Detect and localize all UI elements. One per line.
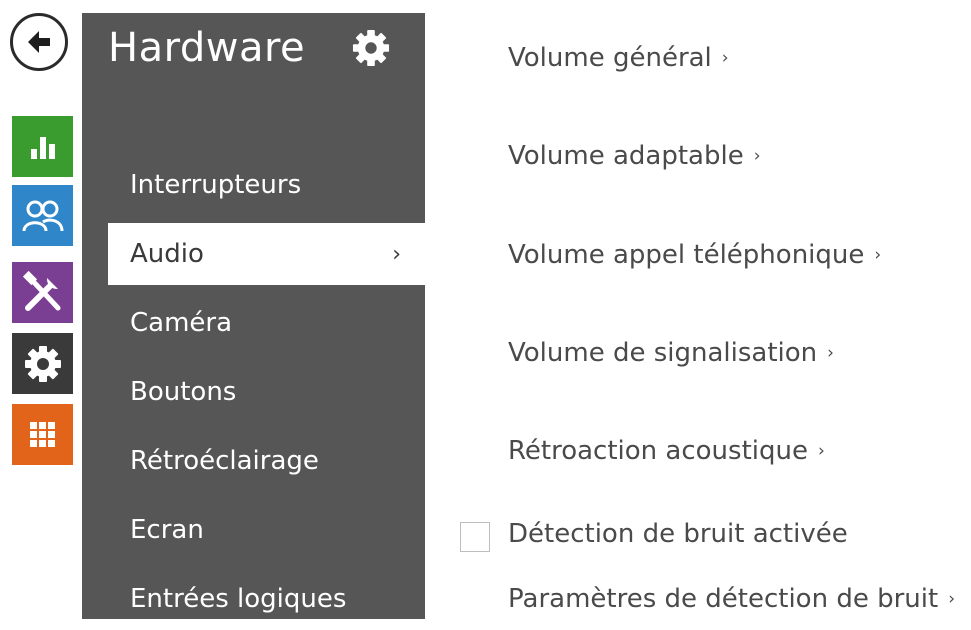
hardware-gear-icon <box>24 345 61 382</box>
panel-title: Hardware <box>108 25 306 71</box>
link-volume-signalisation[interactable]: Volume de signalisation › <box>508 338 834 368</box>
chevron-right-icon: › <box>721 48 729 68</box>
menu-item-retroeclairage[interactable]: Rétroéclairage <box>108 430 425 492</box>
menu-item-label: Audio <box>130 239 204 269</box>
menu-item-label: Ecran <box>130 515 204 545</box>
status-chart-icon <box>30 136 55 159</box>
link-noise-detection-settings[interactable]: Paramètres de détection de bruit › <box>508 584 955 614</box>
nav-hardware[interactable] <box>12 333 73 394</box>
menu-item-interrupteurs[interactable]: Interrupteurs <box>108 154 425 216</box>
link-retroaction-acoustique[interactable]: Rétroaction acoustique › <box>508 436 825 466</box>
menu-item-label: Entrées logiques <box>130 584 347 614</box>
link-volume-general[interactable]: Volume général › <box>508 43 729 73</box>
menu-item-entrees-logiques[interactable]: Entrées logiques <box>108 568 425 630</box>
arrow-left-icon <box>28 31 50 53</box>
chevron-right-icon: › <box>753 146 761 166</box>
chevron-right-icon: › <box>948 589 955 609</box>
system-grid-icon <box>29 421 55 447</box>
chevron-right-icon: › <box>817 441 825 461</box>
back-button[interactable] <box>10 13 68 71</box>
nav-services[interactable] <box>12 262 73 323</box>
nav-system[interactable] <box>12 404 73 465</box>
menu-item-label: Interrupteurs <box>130 170 302 200</box>
link-label: Rétroaction acoustique <box>508 436 808 466</box>
menu-item-boutons[interactable]: Boutons <box>108 361 425 423</box>
link-label: Volume adaptable <box>508 141 744 171</box>
chevron-right-icon: › <box>827 343 834 363</box>
menu-item-camera[interactable]: Caméra <box>108 292 425 354</box>
chevron-right-icon: › <box>874 245 882 265</box>
services-tools-icon <box>22 270 60 311</box>
nav-status[interactable] <box>12 116 73 177</box>
noise-detection-checkbox[interactable] <box>460 522 490 552</box>
nav-directory[interactable] <box>12 185 73 246</box>
hardware-submenu: Hardware Interrupteurs Audio › Caméra Bo… <box>82 13 425 619</box>
link-volume-appel-telephonique[interactable]: Volume appel téléphonique › <box>508 240 881 270</box>
link-label: Volume appel téléphonique <box>508 240 865 270</box>
menu-item-audio[interactable]: Audio › <box>108 223 425 285</box>
link-label: Paramètres de détection de bruit <box>508 584 939 614</box>
menu-item-ecran[interactable]: Ecran <box>108 499 425 561</box>
link-label: Volume de signalisation <box>508 338 818 368</box>
link-label: Volume général <box>508 43 712 73</box>
main-nav-rail <box>0 0 82 619</box>
chevron-right-icon: › <box>392 241 401 267</box>
link-volume-adaptable[interactable]: Volume adaptable › <box>508 141 761 171</box>
gear-icon[interactable] <box>352 29 390 67</box>
menu-item-label: Caméra <box>130 308 233 338</box>
menu-item-label: Boutons <box>130 377 237 407</box>
menu-item-label: Rétroéclairage <box>130 446 319 476</box>
users-icon <box>22 200 63 231</box>
noise-detection-label: Détection de bruit activée <box>508 519 848 549</box>
